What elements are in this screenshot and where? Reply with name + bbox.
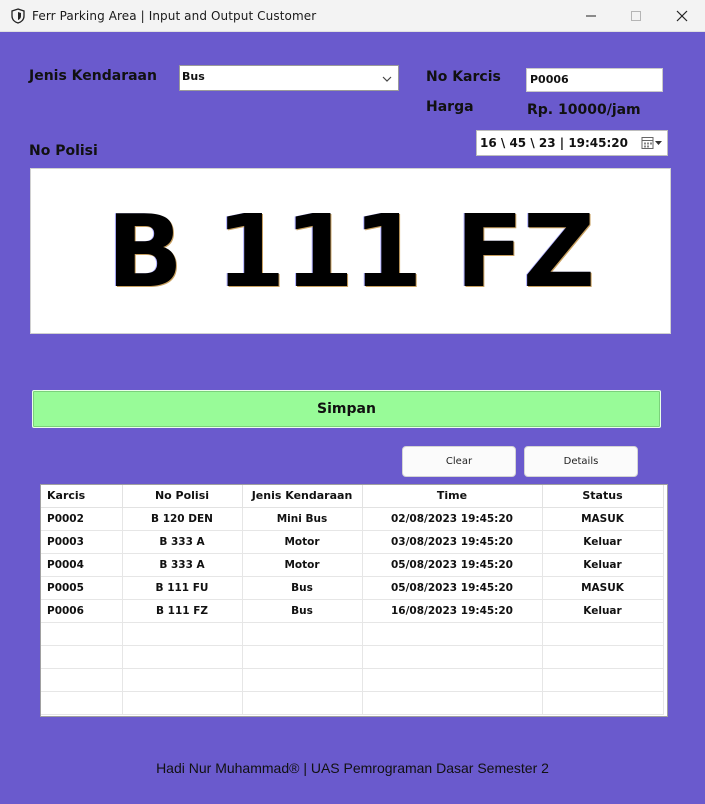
harga-value: Rp. 10000/jam: [527, 102, 641, 118]
license-plate-field[interactable]: B 111 FZ: [30, 168, 671, 334]
table-cell: Bus: [242, 599, 363, 623]
table-cell: Keluar: [542, 599, 664, 623]
column-header-karcis[interactable]: Karcis: [41, 485, 123, 508]
table-header-row: Karcis No Polisi Jenis Kendaraan Time St…: [41, 485, 664, 508]
jenis-kendaraan-label: Jenis Kendaraan: [29, 68, 157, 84]
close-icon: [676, 10, 688, 22]
calendar-icon[interactable]: [641, 136, 663, 150]
no-polisi-label: No Polisi: [29, 143, 98, 159]
table-cell: P0002: [41, 507, 123, 531]
table-cell: Motor: [242, 553, 363, 577]
empty-table-row[interactable]: [41, 645, 664, 669]
window-title: Ferr Parking Area | Input and Output Cus…: [32, 9, 317, 23]
simpan-button[interactable]: Simpan: [32, 390, 661, 428]
table-cell: Bus: [242, 576, 363, 600]
table-row[interactable]: P0002 B 120 DEN Mini Bus 02/08/2023 19:4…: [41, 507, 664, 531]
table-cell: P0005: [41, 576, 123, 600]
table-cell: Keluar: [542, 530, 664, 554]
table-row[interactable]: P0005 B 111 FU Bus 05/08/2023 19:45:20 M…: [41, 576, 664, 600]
title-bar: Ferr Parking Area | Input and Output Cus…: [0, 0, 705, 32]
table-cell: Mini Bus: [242, 507, 363, 531]
table-cell: B 111 FU: [122, 576, 243, 600]
customer-table: Karcis No Polisi Jenis Kendaraan Time St…: [41, 485, 664, 715]
empty-table-row[interactable]: [41, 668, 664, 692]
table-cell: Motor: [242, 530, 363, 554]
table-row[interactable]: P0006 B 111 FZ Bus 16/08/2023 19:45:20 K…: [41, 599, 664, 623]
table-cell: MASUK: [542, 507, 664, 531]
empty-table-row[interactable]: [41, 622, 664, 646]
column-header-no-polisi[interactable]: No Polisi: [122, 485, 243, 508]
maximize-icon: [631, 11, 641, 21]
table-cell: Keluar: [542, 553, 664, 577]
chevron-down-icon: [382, 76, 392, 82]
no-karcis-value: P0006: [530, 73, 569, 86]
table-cell: 05/08/2023 19:45:20: [362, 576, 543, 600]
column-header-status[interactable]: Status: [542, 485, 664, 508]
table-row[interactable]: P0004 B 333 A Motor 05/08/2023 19:45:20 …: [41, 553, 664, 577]
table-cell: B 333 A: [122, 530, 243, 554]
no-karcis-label: No Karcis: [426, 69, 501, 85]
footer-credit: Hadi Nur Muhammad® | UAS Pemrograman Das…: [156, 760, 549, 776]
harga-label: Harga: [426, 99, 474, 115]
column-header-jenis-kendaraan[interactable]: Jenis Kendaraan: [242, 485, 363, 508]
column-header-time[interactable]: Time: [362, 485, 543, 508]
table-cell: 03/08/2023 19:45:20: [362, 530, 543, 554]
table-cell: P0003: [41, 530, 123, 554]
no-karcis-field[interactable]: P0006: [526, 68, 663, 92]
table-cell: B 120 DEN: [122, 507, 243, 531]
close-button[interactable]: [659, 0, 705, 32]
date-value: 16 \ 45 \ 23 | 19:45:20: [480, 136, 629, 150]
date-picker[interactable]: 16 \ 45 \ 23 | 19:45:20: [476, 130, 668, 156]
minimize-icon: [586, 15, 596, 17]
table-cell: 02/08/2023 19:45:20: [362, 507, 543, 531]
empty-table-row[interactable]: [41, 691, 664, 715]
table-cell: 05/08/2023 19:45:20: [362, 553, 543, 577]
clear-button[interactable]: Clear: [402, 446, 516, 477]
maximize-button[interactable]: [613, 0, 659, 32]
shield-icon: [11, 8, 25, 24]
data-grid[interactable]: Karcis No Polisi Jenis Kendaraan Time St…: [40, 484, 668, 717]
table-body: P0002 B 120 DEN Mini Bus 02/08/2023 19:4…: [41, 507, 664, 715]
details-button[interactable]: Details: [524, 446, 638, 477]
table-cell: 16/08/2023 19:45:20: [362, 599, 543, 623]
table-cell: B 333 A: [122, 553, 243, 577]
jenis-kendaraan-select[interactable]: Bus: [179, 65, 399, 91]
license-plate-value: B 111 FZ: [106, 192, 595, 310]
minimize-button[interactable]: [568, 0, 614, 32]
table-cell: MASUK: [542, 576, 664, 600]
table-row[interactable]: P0003 B 333 A Motor 03/08/2023 19:45:20 …: [41, 530, 664, 554]
table-cell: B 111 FZ: [122, 599, 243, 623]
jenis-kendaraan-value: Bus: [182, 70, 205, 83]
table-cell: P0006: [41, 599, 123, 623]
table-cell: P0004: [41, 553, 123, 577]
